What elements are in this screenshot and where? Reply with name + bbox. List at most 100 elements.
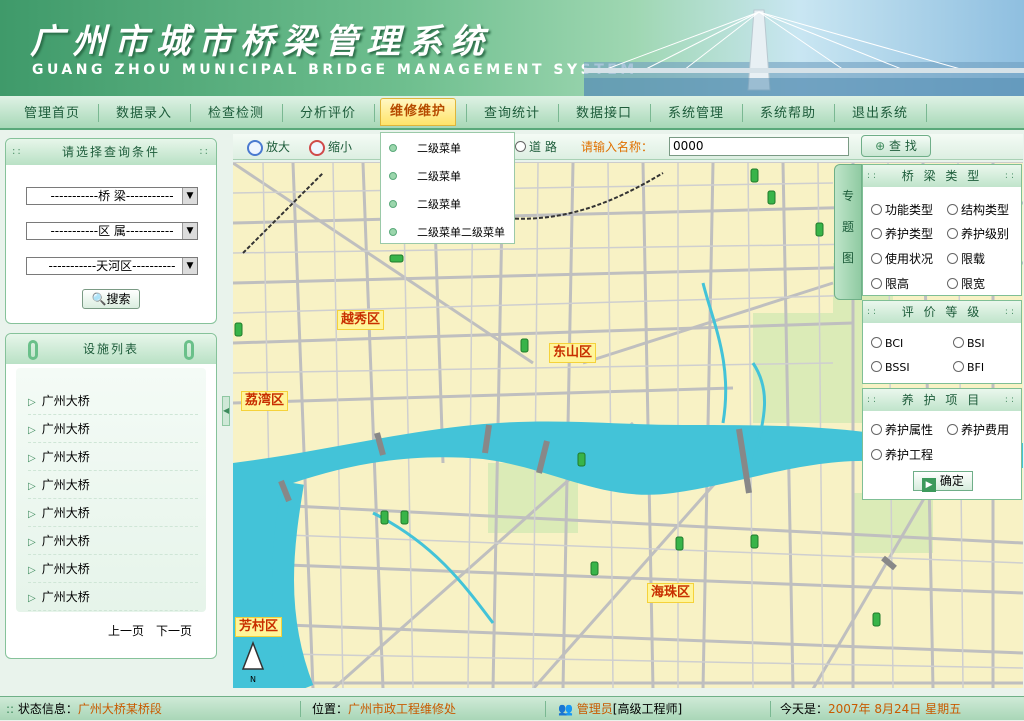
radio-usage-status[interactable]: 使用状况 [871, 250, 933, 267]
radio-icon [871, 361, 882, 372]
arrow-right-icon: ▷ [28, 453, 36, 464]
radio-bssi[interactable]: BSSI [871, 361, 910, 374]
grip-icon: :: [867, 395, 880, 405]
radio-height-limit[interactable]: 限高 [871, 275, 909, 292]
name-input[interactable]: 0000 [669, 137, 849, 156]
topic-tab-char: 题 [841, 220, 854, 234]
radio-bsi[interactable]: BSI [953, 337, 985, 350]
nav-home[interactable]: 管理首页 [10, 103, 94, 125]
radio-width-limit[interactable]: 限宽 [947, 275, 985, 292]
maintenance-submenu: 二级菜单 二级菜单 二级菜单 二级菜单二级菜单 [380, 132, 515, 244]
radio-label: 养护属性 [885, 423, 934, 437]
bullet-icon [389, 172, 397, 180]
nav-data-entry[interactable]: 数据录入 [102, 103, 186, 125]
grip-icon: :: [1004, 307, 1017, 317]
radio-label: 结构类型 [961, 203, 1010, 217]
zoom-in-icon [247, 139, 263, 156]
list-item-label: 广州大桥 [41, 478, 90, 492]
grip-icon: :: [1004, 395, 1017, 405]
radio-load-limit[interactable]: 限载 [947, 250, 985, 267]
map-toolbar: 放大 缩小 道 路 请输入名称： 0000 ⊕ 查 找 [233, 134, 1023, 160]
nav-system-admin[interactable]: 系统管理 [654, 103, 738, 125]
find-button[interactable]: ⊕ 查 找 [861, 135, 931, 157]
district-type-select[interactable]: -----------区 属----------- ▼ [26, 222, 198, 240]
nav-inspection[interactable]: 检查检测 [194, 103, 278, 125]
chevron-down-icon[interactable]: ▼ [182, 223, 197, 239]
list-item[interactable]: ▷ 广州大桥 [28, 471, 198, 499]
list-item[interactable]: ▷ 广州大桥 [28, 555, 198, 583]
radio-icon [947, 278, 958, 289]
submenu-item[interactable]: 二级菜单 [381, 163, 514, 191]
nav-divider [374, 104, 375, 122]
submenu-item[interactable]: 二级菜单 [381, 191, 514, 219]
ring-icon [28, 340, 38, 360]
road-radio[interactable]: 道 路 [515, 138, 557, 155]
nav-data-interface[interactable]: 数据接口 [562, 103, 646, 125]
user-title: [高级工程师] [612, 702, 683, 716]
next-page-link[interactable]: 下一页 [156, 622, 192, 639]
topic-tab-char: 图 [841, 251, 854, 265]
list-item-label: 广州大桥 [41, 562, 90, 576]
radio-function-type[interactable]: 功能类型 [871, 201, 933, 218]
radio-bfi[interactable]: BFI [953, 361, 984, 374]
list-item[interactable]: ▷ 广州大桥 [28, 443, 198, 471]
nav-divider [190, 104, 191, 122]
list-item-label: 广州大桥 [41, 506, 90, 520]
list-item[interactable]: ▷ 广州大桥 [28, 499, 198, 527]
radio-label: 功能类型 [885, 203, 934, 217]
list-item-label: 广州大桥 [41, 534, 90, 548]
radio-maint-cost[interactable]: 养护费用 [947, 421, 1009, 438]
status-divider [770, 701, 771, 717]
nav-query-stats[interactable]: 查询统计 [470, 103, 554, 125]
district-type-select-value: -----------区 属----------- [50, 224, 174, 238]
collapse-handle[interactable]: ◀ [222, 396, 230, 426]
list-item[interactable]: ▷ 广州大桥 [28, 583, 198, 611]
topic-map-tab[interactable]: 专 题 图 [834, 164, 862, 300]
date-label: 今天是： [780, 702, 829, 716]
search-button[interactable]: 🔍搜索 [82, 289, 140, 309]
bullet-icon [389, 144, 397, 152]
submenu-item[interactable]: 二级菜单二级菜单 [381, 219, 514, 247]
radio-icon [871, 278, 882, 289]
maintenance-title: 养 护 项 目 [901, 393, 983, 407]
location-info: 位置：广州市政工程维修处 [312, 697, 456, 721]
list-item[interactable]: ▷ 广州大桥 [28, 387, 198, 415]
radio-maint-project[interactable]: 养护工程 [871, 446, 933, 463]
eval-level-box: :: 评 价 等 级:: BCI BSI BSSI BFI [862, 300, 1022, 384]
submenu-item[interactable]: 二级菜单 [381, 135, 514, 163]
chevron-down-icon[interactable]: ▼ [182, 188, 197, 204]
arrow-right-icon: ▷ [28, 537, 36, 548]
nav-analysis[interactable]: 分析评价 [286, 103, 370, 125]
chevron-down-icon[interactable]: ▼ [182, 258, 197, 274]
nav-divider [282, 104, 283, 122]
arrow-right-icon: ▷ [28, 509, 36, 520]
district-label: 芳村区 [235, 617, 283, 637]
zoom-out-button[interactable]: 缩小 [309, 138, 352, 156]
zoom-in-button[interactable]: 放大 [247, 138, 290, 156]
nav-logout[interactable]: 退出系统 [838, 103, 922, 125]
nav-maintenance[interactable]: 维修维护 [380, 98, 456, 126]
list-item[interactable]: ▷ 广州大桥 [28, 527, 198, 555]
radio-maint-type[interactable]: 养护类型 [871, 225, 933, 242]
user-info: 👥 管理员[高级工程师] [558, 697, 682, 721]
radio-label: BFI [967, 361, 985, 374]
nav-system-help[interactable]: 系统帮助 [746, 103, 830, 125]
list-item-label: 广州大桥 [41, 394, 90, 408]
radio-bci[interactable]: BCI [871, 337, 903, 350]
list-item-label: 广州大桥 [41, 590, 90, 604]
bridge-select[interactable]: -----------桥 梁----------- ▼ [26, 187, 198, 205]
radio-icon [947, 253, 958, 264]
nav-divider [466, 104, 467, 122]
radio-structure-type[interactable]: 结构类型 [947, 201, 1009, 218]
grip-icon: :: [12, 146, 23, 157]
zoom-out-label: 缩小 [328, 140, 353, 154]
arrow-right-icon: ▷ [28, 593, 36, 604]
bridge-type-box: :: 桥 梁 类 型:: 功能类型 结构类型 养护类型 养护级别 使用状况 限载 … [862, 164, 1022, 296]
list-item[interactable]: ▷ 广州大桥 [28, 415, 198, 443]
radio-maint-level[interactable]: 养护级别 [947, 225, 1009, 242]
district-select[interactable]: -----------天河区---------- ▼ [26, 257, 198, 275]
confirm-button[interactable]: ▶ 确定 [913, 471, 973, 492]
maintenance-box: :: 养 护 项 目:: 养护属性 养护费用 养护工程 ▶ 确定 [862, 388, 1022, 500]
radio-maint-attr[interactable]: 养护属性 [871, 421, 933, 438]
prev-page-link[interactable]: 上一页 [108, 622, 144, 639]
